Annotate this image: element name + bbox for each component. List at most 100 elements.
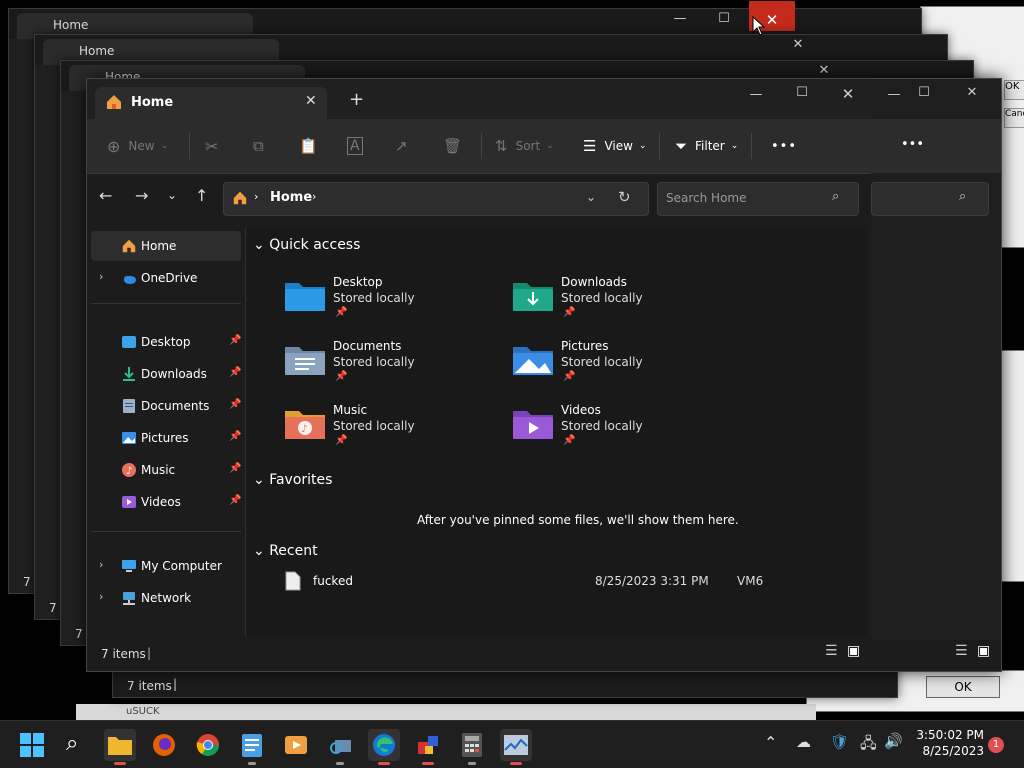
chevron-right-icon[interactable]: › (99, 590, 103, 603)
refresh-icon[interactable]: ↻ (618, 188, 631, 206)
background-ok-bottom[interactable]: OK (926, 676, 1000, 698)
new-tab-button[interactable]: + (349, 89, 364, 110)
details-view-icon[interactable]: ☰ (825, 643, 838, 659)
tiles-view-icon[interactable]: ▣ (847, 643, 860, 659)
sidebar-item-my-computer[interactable]: › My Computer (91, 551, 241, 581)
paste-button[interactable]: 📋 (299, 119, 318, 173)
rename-icon: A (347, 137, 363, 155)
calculator-taskbar[interactable] (456, 729, 488, 765)
file-explorer-taskbar[interactable] (104, 729, 136, 765)
sidebar-item-onedrive[interactable]: › OneDrive (91, 263, 241, 293)
pin-icon[interactable]: 📌 (229, 367, 241, 378)
pin-icon[interactable]: 📌 (229, 431, 241, 442)
tab-home[interactable]: Home ✕ (95, 87, 327, 119)
sort-button[interactable]: ⇅ Sort ⌄ (495, 119, 554, 173)
text-file-icon (285, 571, 301, 591)
clock[interactable]: 3:50:02 PM 8/25/2023 (910, 727, 984, 759)
task-manager-taskbar[interactable] (500, 729, 532, 765)
sidebar-item-network[interactable]: › Network (91, 583, 241, 613)
table-row[interactable]: fucked 8/25/2023 3:31 PM VM6 (277, 567, 837, 597)
tab-close-icon[interactable]: ✕ (305, 93, 317, 109)
filter-button[interactable]: ⏷ Filter ⌄ (675, 119, 738, 173)
qa-item-desktop[interactable]: Desktop Stored locally 📌 (283, 273, 503, 329)
maximize-button[interactable]: ☐ (779, 85, 825, 100)
recent-locations-button[interactable]: ⌄ (167, 188, 177, 202)
back-button[interactable]: ← (99, 186, 112, 205)
pin-icon: 📌 (335, 371, 348, 382)
qa-item-downloads[interactable]: Downloads Stored locally 📌 (511, 273, 731, 329)
address-bar[interactable]: › Home › ⌄ ↻ (223, 182, 649, 216)
sidebar-item-music[interactable]: ♪ Music 📌 (91, 455, 241, 485)
forward-button[interactable]: → (135, 186, 148, 205)
qa-item-documents[interactable]: Documents Stored locally 📌 (283, 337, 503, 393)
quick-access-header[interactable]: ⌄ Quick access (253, 237, 360, 253)
start-button[interactable] (16, 729, 48, 761)
notification-badge[interactable]: 1 (988, 737, 1004, 753)
recent-header[interactable]: ⌄ Recent (253, 543, 318, 559)
status-bar: 7 items | ☰ ▣ ☰ ▣ (87, 639, 1001, 671)
sidebar-item-pictures[interactable]: Pictures 📌 (91, 423, 241, 453)
sidebar-item-documents[interactable]: Documents 📌 (91, 391, 241, 421)
media-player-taskbar[interactable] (280, 729, 312, 761)
copy-button[interactable]: ⧉ (253, 119, 264, 173)
ghost-max-right: ☐ (918, 85, 930, 100)
pin-icon[interactable]: 📌 (229, 335, 241, 346)
qa-item-videos[interactable]: Videos Stored locally 📌 (511, 401, 731, 457)
pin-icon[interactable]: 📌 (229, 495, 241, 506)
new-button[interactable]: ⊕ New ⌄ (107, 119, 168, 173)
background-ok-button[interactable]: OK (1004, 80, 1024, 100)
chevron-right-icon[interactable]: › (99, 558, 103, 571)
network-tray-icon[interactable]: 🖧 (860, 733, 877, 758)
address-dropdown-icon[interactable]: ⌄ (586, 190, 596, 204)
chevron-down-icon: ⌄ (160, 141, 169, 151)
onedrive-tray-icon[interactable]: ☁ (796, 733, 811, 751)
recent-file-location: VM6 (737, 574, 764, 588)
search-button[interactable]: ⌕ (60, 729, 92, 761)
view-button[interactable]: ☰ View ⌄ (583, 119, 646, 173)
ghost-close: ✕ (792, 37, 804, 52)
search-icon: ⌕ (832, 189, 840, 204)
share-icon: ↗ (395, 137, 408, 155)
magnifier-taskbar[interactable] (324, 729, 356, 765)
chevron-up-icon[interactable]: ⌃ (764, 733, 777, 752)
video-icon (121, 494, 137, 510)
pin-icon[interactable]: 📌 (229, 463, 241, 474)
computer-icon (121, 558, 137, 574)
pin-icon[interactable]: 📌 (229, 399, 241, 410)
ghost-close: ✕ (818, 63, 830, 78)
background-cancel-button[interactable]: Canc (1004, 108, 1024, 128)
rename-button[interactable]: A (347, 119, 363, 173)
notepad-taskbar[interactable] (236, 729, 268, 765)
favorites-header[interactable]: ⌄ Favorites (253, 472, 332, 488)
chevron-right-icon[interactable]: › (99, 270, 103, 283)
task-manager-icon (504, 735, 528, 755)
qa-item-music[interactable]: ♪ Music Stored locally 📌 (283, 401, 503, 457)
share-button[interactable]: ↗ (395, 119, 408, 173)
svg-text:♪: ♪ (301, 424, 307, 435)
ghost-min: — (673, 11, 687, 26)
sidebar-item-videos[interactable]: Videos 📌 (91, 487, 241, 517)
volume-icon[interactable]: 🔊 (884, 732, 903, 750)
firefox-taskbar[interactable] (148, 729, 180, 761)
minimize-button[interactable]: — (733, 87, 779, 102)
more-button[interactable]: ••• (771, 119, 797, 173)
sidebar-item-downloads[interactable]: Downloads 📌 (91, 359, 241, 389)
qa-item-pictures[interactable]: Pictures Stored locally 📌 (511, 337, 731, 393)
up-button[interactable]: ↑ (195, 186, 208, 205)
tiles-view-icon[interactable]: ▣ (977, 643, 990, 659)
sidebar-item-home[interactable]: Home (91, 231, 241, 261)
security-tray-icon[interactable]: 🛡 (830, 733, 849, 751)
recent-file-name: fucked (313, 574, 353, 588)
breadcrumb-home[interactable]: Home (270, 190, 312, 205)
app-taskbar[interactable] (412, 729, 444, 765)
chrome-taskbar[interactable] (192, 729, 224, 761)
cut-button[interactable]: ✂ (205, 119, 218, 173)
sidebar-item-desktop[interactable]: Desktop 📌 (91, 327, 241, 357)
more-button-right[interactable]: ••• (901, 137, 924, 152)
close-button[interactable]: ✕ (825, 85, 871, 103)
edge-taskbar[interactable] (368, 729, 400, 765)
search-input[interactable]: Search Home ⌕ (657, 182, 859, 216)
details-view-icon[interactable]: ☰ (955, 643, 968, 659)
delete-button[interactable]: 🗑 (443, 119, 462, 173)
notepad-icon (242, 734, 262, 757)
